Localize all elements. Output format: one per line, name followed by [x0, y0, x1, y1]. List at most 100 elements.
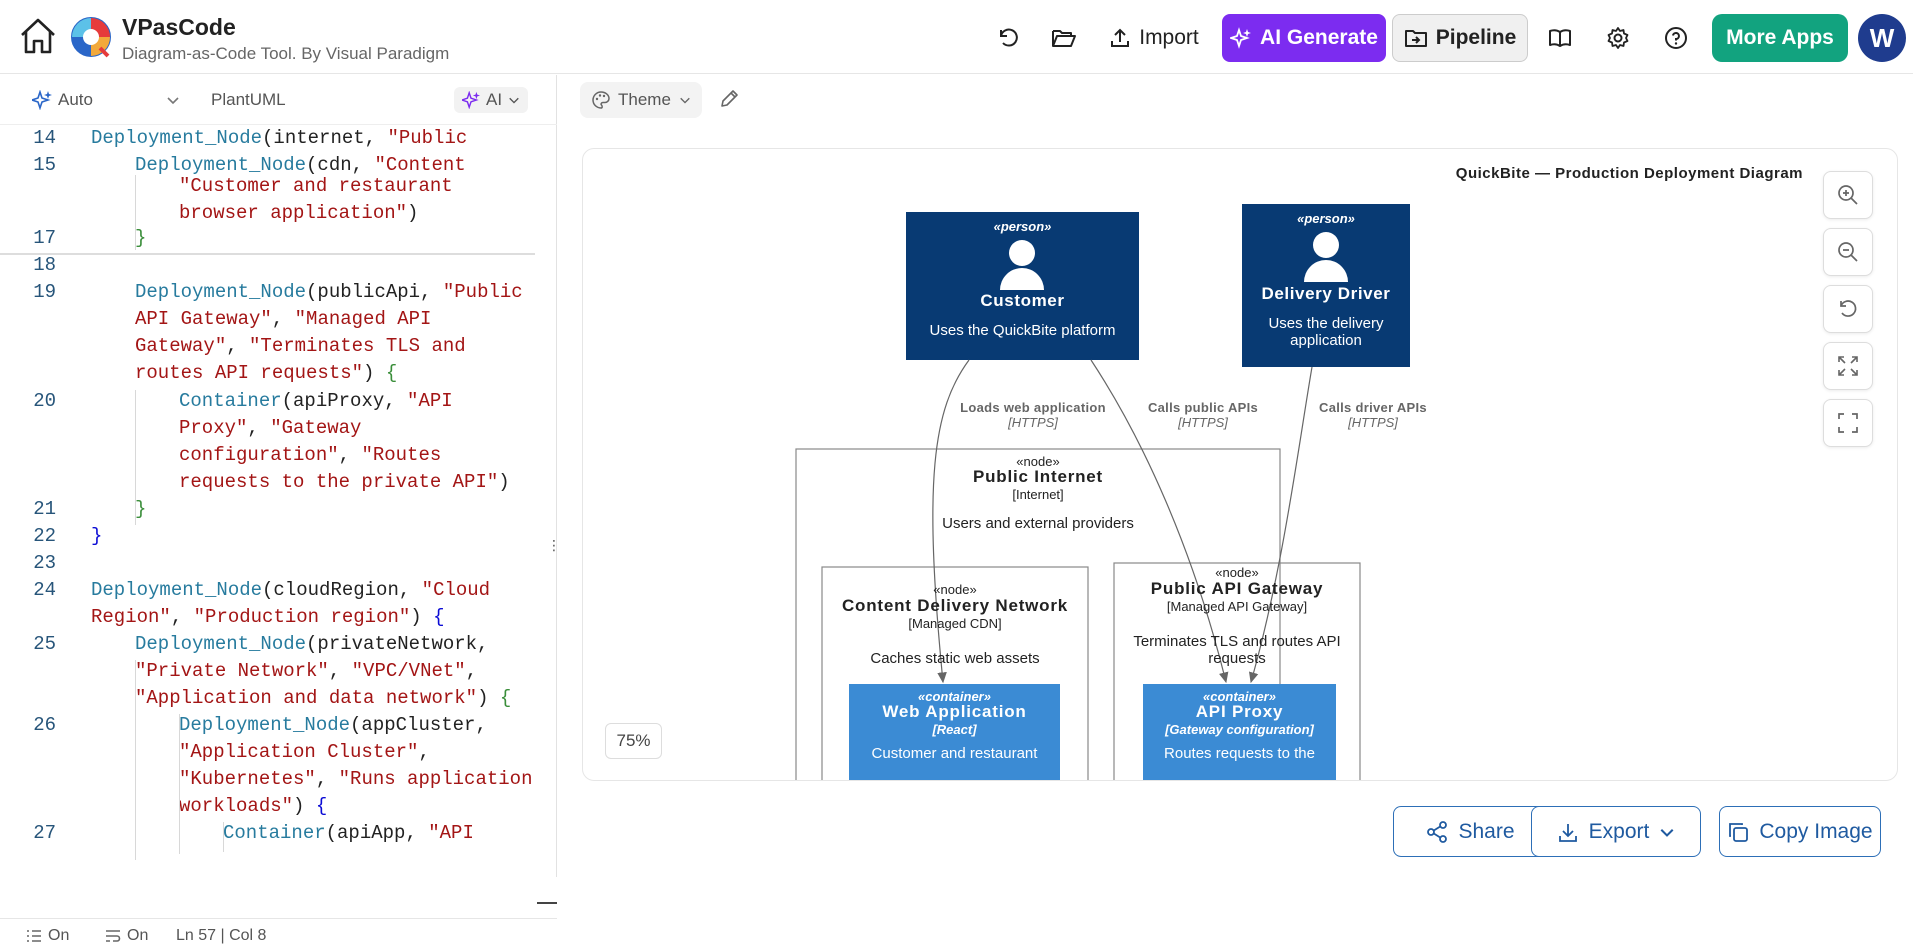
gateway-name: Public API Gateway [1150, 579, 1324, 598]
edge2-tech: [HTTPS] [1178, 415, 1228, 430]
internet-desc: Users and external providers [942, 515, 1134, 532]
code-line: 19 Deployment_Node(publicApi, "Public [0, 281, 540, 308]
user-avatar[interactable]: W [1858, 14, 1906, 62]
fullscreen-button[interactable] [1823, 399, 1873, 447]
line-number: 23 [33, 552, 56, 574]
code-line: Proxy", "Gateway [0, 417, 540, 444]
more-apps-button[interactable]: More Apps [1712, 14, 1848, 62]
palette-icon [592, 91, 610, 109]
code-text: "Kubernetes", "Runs application [179, 768, 533, 790]
pipeline-folder-icon [1404, 30, 1427, 47]
chevron-down-icon [680, 97, 690, 104]
cdn-tech: [Managed CDN] [908, 616, 1002, 631]
top-bar: VPasCode Diagram-as-Code Tool. By Visual… [0, 0, 1913, 74]
copy-icon [1729, 822, 1749, 842]
pipeline-button[interactable]: Pipeline [1392, 14, 1528, 62]
code-text: Gateway", "Terminates TLS and [135, 335, 466, 357]
cdn-desc: Caches static web assets [870, 650, 1040, 667]
reset-zoom-button[interactable] [1823, 285, 1873, 333]
internet-name: Public Internet [972, 467, 1104, 486]
code-text: browser application") [179, 202, 419, 224]
list-icon [27, 930, 41, 942]
ai-generate-button[interactable]: AI Generate [1222, 14, 1386, 62]
code-text: Region", "Production region") { [91, 606, 445, 628]
code-text: Deployment_Node(privateNetwork, [135, 633, 489, 655]
edit-pencil-icon[interactable] [718, 88, 740, 110]
export-button[interactable]: Export [1531, 806, 1701, 857]
word-wrap-toggle[interactable]: On [105, 927, 148, 945]
mode-label: Auto [58, 90, 93, 109]
line-number: 20 [33, 390, 56, 412]
reset-icon [1840, 300, 1857, 317]
word-wrap-state: On [127, 927, 149, 944]
line-number: 15 [33, 154, 56, 176]
editor-status-bar: On On Ln 57 | Col 8 [0, 918, 557, 952]
import-button[interactable]: Import [1104, 14, 1204, 62]
panel-resize-handle[interactable]: ⋮ [547, 537, 561, 565]
code-line: "Kubernetes", "Runs application [0, 768, 540, 795]
code-text: Container(apiProxy, "API [179, 390, 453, 412]
code-text: Deployment_Node(publicApi, "Public [135, 281, 523, 303]
apiproxy-tech: [Gateway configuration] [1165, 722, 1314, 737]
undo-button[interactable] [988, 14, 1028, 62]
gateway-desc-line1: Terminates TLS and routes API [1133, 633, 1341, 650]
language-select[interactable]: PlantUML [211, 87, 286, 113]
copy-image-button[interactable]: Copy Image [1719, 806, 1881, 857]
code-line: configuration", "Routes [0, 444, 540, 471]
code-text: "Customer and restaurant [179, 175, 453, 197]
code-text: workloads") { [179, 795, 328, 817]
open-folder-button[interactable] [1044, 14, 1084, 62]
cursor-position: Ln 57 | Col 8 [176, 927, 267, 944]
code-line: 14 Deployment_Node(internet, "Public [0, 127, 540, 154]
code-text: Deployment_Node(cdn, "Content [135, 154, 466, 176]
cdn-name: Content Delivery Network [841, 596, 1069, 615]
code-text: Container(apiApp, "API [223, 822, 474, 844]
code-line: 17} [0, 227, 540, 254]
code-text: Proxy", "Gateway [179, 417, 362, 439]
code-text: "Application and data network") { [135, 687, 512, 709]
gateway-tech: [Managed API Gateway] [1166, 599, 1308, 614]
zoom-out-icon [1838, 242, 1858, 262]
sparkle-icon [1230, 27, 1252, 49]
gateway-desc-line2: requests [1208, 650, 1266, 667]
share-icon [1427, 820, 1448, 843]
settings-button[interactable] [1598, 14, 1638, 62]
code-editor-panel: Auto PlantUML AI 14 Deployment_Node(inter… [0, 75, 561, 944]
share-button[interactable]: Share [1393, 806, 1548, 857]
language-label: PlantUML [211, 90, 286, 109]
app-title: VPasCode [122, 14, 236, 40]
mode-select[interactable]: Auto [32, 87, 93, 113]
diagram-canvas[interactable]: QuickBite — Production Deployment Diagra… [582, 148, 1898, 781]
help-button[interactable] [1656, 14, 1696, 62]
vpascode-logo [70, 16, 112, 58]
zoom-out-button[interactable] [1823, 228, 1873, 276]
fit-to-screen-button[interactable] [1823, 342, 1873, 390]
edge3-tech: [HTTPS] [1348, 415, 1398, 430]
theme-button[interactable]: Theme [580, 82, 702, 118]
docs-button[interactable] [1540, 14, 1580, 62]
line-numbers-toggle[interactable]: On [26, 927, 69, 945]
editor-ai-button[interactable]: AI [454, 87, 529, 113]
zoom-in-icon [1838, 185, 1858, 205]
sparkle-icon [462, 91, 480, 109]
share-label: Share [1458, 819, 1515, 843]
code-line: 22} [0, 525, 540, 552]
zoom-in-button[interactable] [1823, 171, 1873, 219]
webapp-tech: [React] [932, 722, 977, 737]
code-area[interactable]: 14 Deployment_Node(internet, "Public 15 Dep… [0, 127, 540, 907]
code-line: API Gateway", "Managed API [0, 308, 540, 335]
home-icon[interactable] [18, 16, 58, 56]
code-text: } [91, 525, 103, 547]
fullscreen-icon [1838, 413, 1858, 433]
ai-generate-label: AI Generate [1260, 26, 1378, 49]
chevron-down-icon [1660, 828, 1674, 837]
book-open-icon [1549, 29, 1571, 47]
line-number: 22 [33, 525, 56, 547]
customer-stereotype: «person» [993, 219, 1052, 234]
indent-guide [135, 660, 136, 860]
code-text: "Private Network", "VPC/VNet", [135, 660, 478, 682]
undo-icon [1000, 28, 1018, 47]
sparkle-icon [32, 90, 52, 110]
code-text: configuration", "Routes [179, 444, 442, 466]
mode-chevron-down-icon[interactable] [166, 87, 180, 113]
